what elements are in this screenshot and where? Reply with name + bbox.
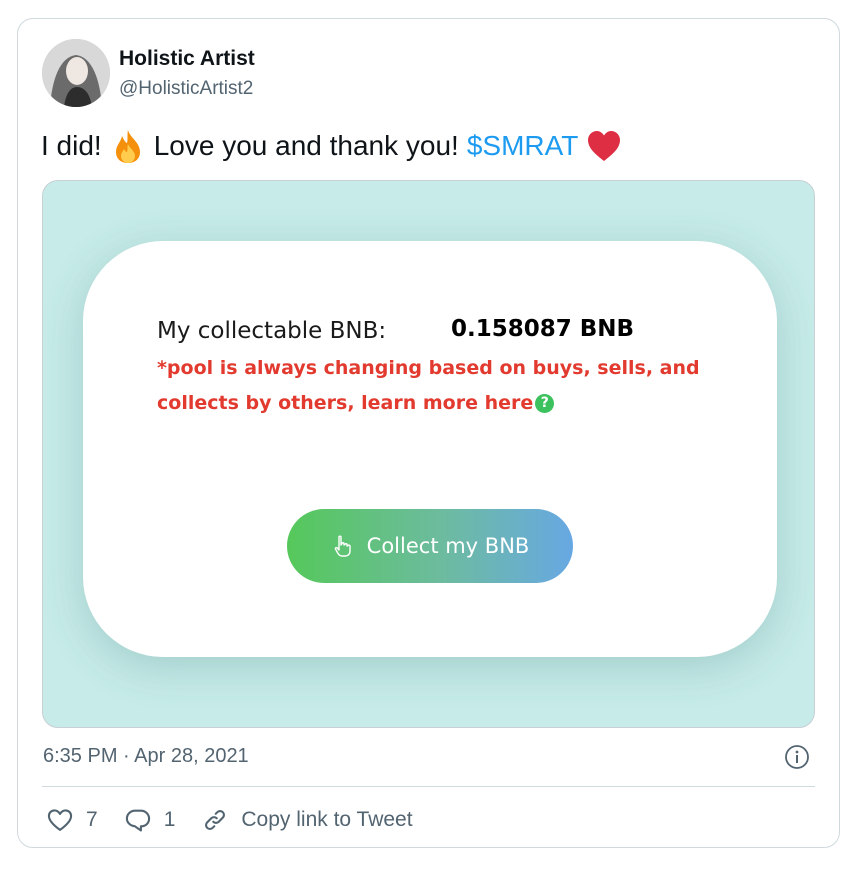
red-heart-emoji-icon <box>588 131 621 161</box>
reply-count: 1 <box>163 808 176 831</box>
tweet-text-part-1: I did! <box>41 130 102 161</box>
link-icon <box>205 810 226 830</box>
pool-warning-text: *pool is always changing based on buys, … <box>157 357 700 414</box>
tweet-text-part-2: Love you and thank you! <box>153 130 459 161</box>
tweet-timestamp[interactable]: 6:35 PM · Apr 28, 2021 <box>43 745 249 768</box>
pool-warning: *pool is always changing based on buys, … <box>157 351 717 421</box>
avatar-photo <box>42 39 110 107</box>
copy-link-button[interactable]: Copy link to Tweet <box>201 806 413 834</box>
cashtag-link[interactable]: $SMRAT <box>467 130 579 162</box>
reply-icon <box>125 809 150 832</box>
tweet-media-image[interactable]: My collectable BNB: 0.158087 BNB *pool i… <box>42 180 815 728</box>
author-handle[interactable]: @HolisticArtist2 <box>119 78 253 100</box>
collect-bnb-button: Collect my BNB <box>287 509 573 583</box>
copy-link-label: Copy link to Tweet <box>241 808 413 831</box>
collect-bnb-label: Collect my BNB <box>366 534 530 558</box>
tweet-actions: 7 1 Copy link to Tweet <box>46 804 439 836</box>
help-icon: ? <box>535 394 555 413</box>
like-count: 7 <box>86 808 98 831</box>
author-name[interactable]: Holistic Artist <box>119 47 255 71</box>
bnb-panel: My collectable BNB: 0.158087 BNB *pool i… <box>83 241 777 657</box>
like-button[interactable]: 7 <box>46 806 98 834</box>
tweet-text: I did! Love you and thank you! $SMRAT <box>41 128 622 164</box>
heart-icon <box>47 809 73 831</box>
collectable-amount: 0.158087 BNB <box>451 316 635 342</box>
fire-emoji-icon <box>115 130 140 163</box>
avatar[interactable] <box>42 39 110 107</box>
collectable-label: My collectable BNB: <box>157 318 387 344</box>
pointing-hand-icon <box>334 535 351 557</box>
info-icon[interactable] <box>784 744 810 770</box>
reply-button[interactable]: 1 <box>124 806 176 834</box>
divider <box>42 786 815 787</box>
